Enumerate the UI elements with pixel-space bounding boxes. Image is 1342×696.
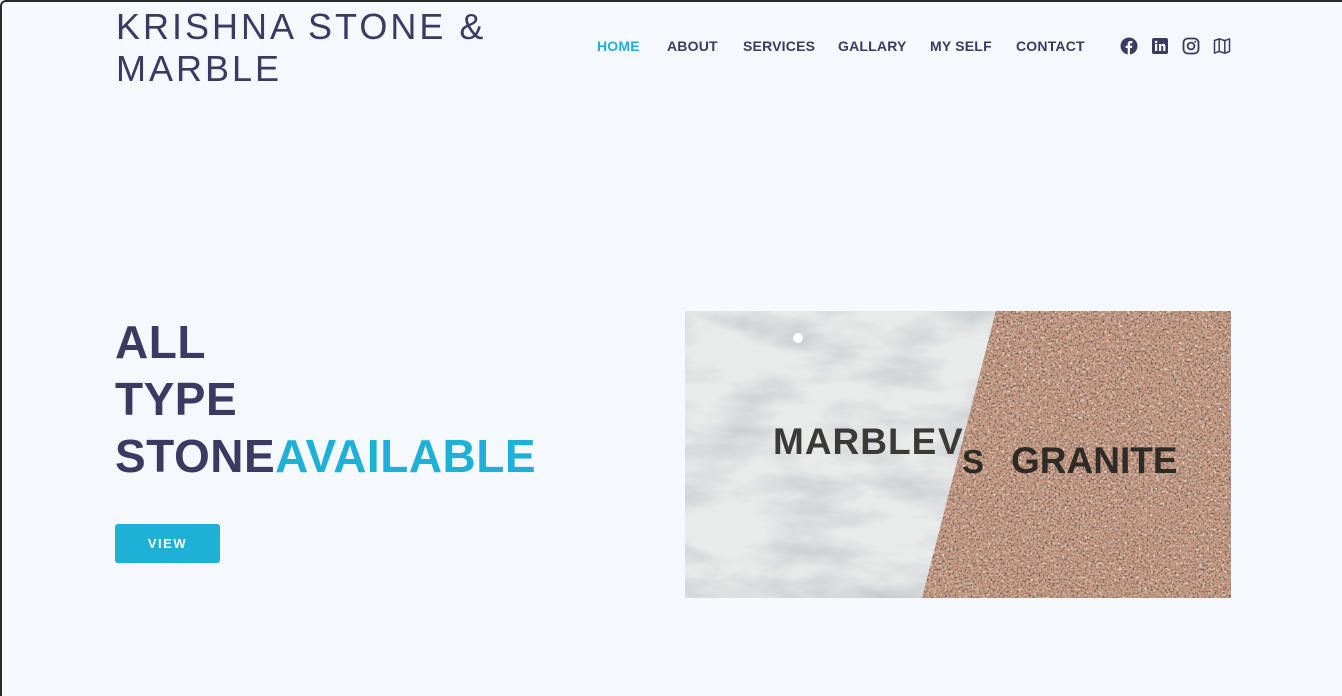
- image-text-marble: MARBLE: [773, 421, 937, 462]
- hero-line-2: TYPE: [115, 373, 238, 425]
- image-text-granite: GRANITE: [1011, 440, 1178, 481]
- nav-my-self[interactable]: MY SELF: [930, 38, 992, 54]
- view-button[interactable]: VIEW: [115, 524, 220, 563]
- facebook-icon[interactable]: [1120, 37, 1138, 55]
- image-text-vs-v: V: [938, 421, 963, 462]
- nav-gallary[interactable]: GALLARY: [838, 38, 906, 54]
- nav-about[interactable]: ABOUT: [667, 38, 719, 54]
- brand-logo-text[interactable]: KRISHNA STONE & MARBLE: [116, 6, 536, 90]
- social-links: [1120, 37, 1231, 55]
- hero-line-1: ALL: [115, 316, 206, 368]
- hero-line-3: STONEAVAILABLE: [115, 428, 536, 485]
- main-nav: HOME ABOUT SERVICES GALLARY MY SELF CONT…: [597, 38, 1086, 56]
- image-text-vs-s: S: [962, 443, 984, 480]
- linkedin-icon[interactable]: [1151, 37, 1169, 55]
- instagram-icon[interactable]: [1182, 37, 1200, 55]
- hero-line-3-stone: STONE: [115, 430, 276, 482]
- marble-vs-granite-image: MARBLE V S GRANITE: [685, 311, 1231, 598]
- hero-headline: ALL TYPE STONEAVAILABLE: [115, 314, 536, 485]
- nav-contact[interactable]: CONTACT: [1016, 38, 1086, 54]
- hero-line-3-available: AVAILABLE: [275, 430, 537, 482]
- map-icon[interactable]: [1213, 37, 1231, 55]
- nav-home[interactable]: HOME: [597, 38, 643, 54]
- nav-services[interactable]: SERVICES: [743, 38, 815, 54]
